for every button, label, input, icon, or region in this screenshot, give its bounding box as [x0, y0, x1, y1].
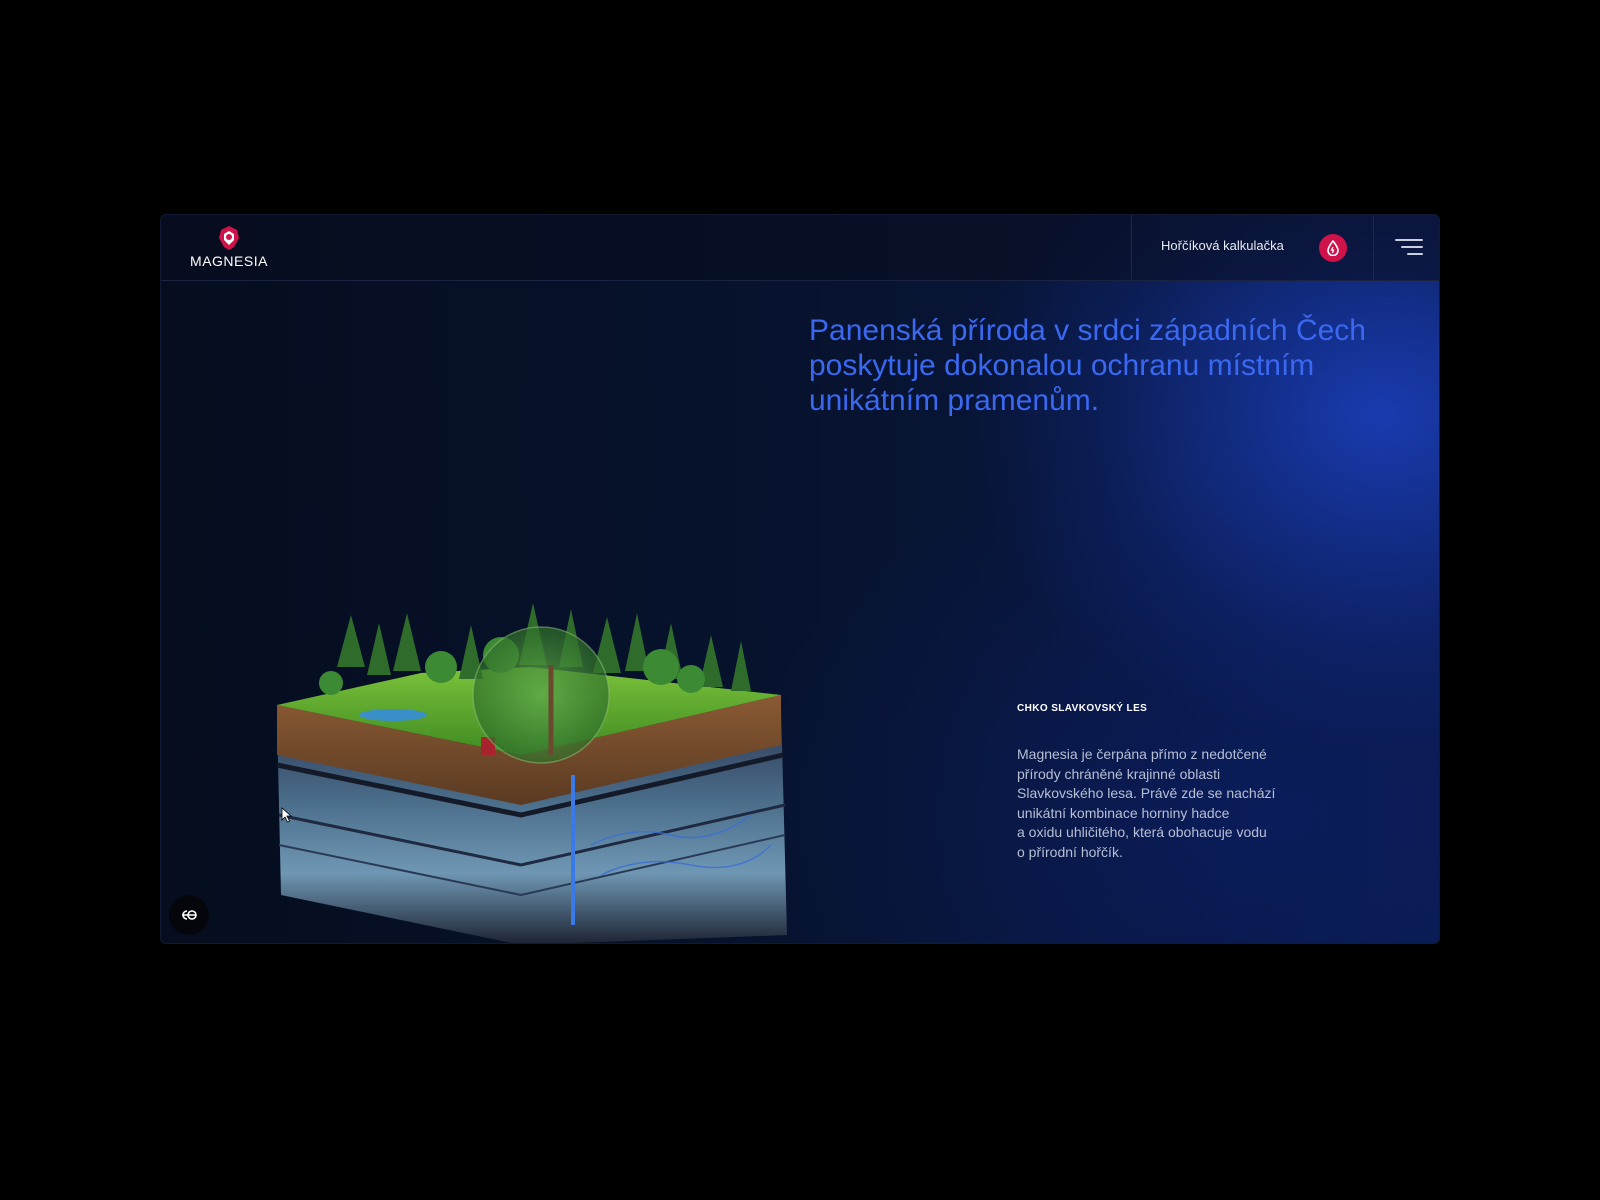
- page-frame: MAGNESIA Hořčíková kalkulačka Panenská p…: [160, 214, 1440, 944]
- magnesium-drop-icon[interactable]: [1319, 234, 1347, 262]
- accessibility-toggle-icon: [182, 910, 197, 920]
- hamburger-menu-icon[interactable]: [1393, 237, 1423, 257]
- section-label: CHKO SLAVKOVSKÝ LES: [1017, 703, 1148, 714]
- lion-logo-icon: [219, 226, 239, 250]
- nav-divider: [1131, 215, 1132, 281]
- logo[interactable]: MAGNESIA: [187, 225, 271, 271]
- nav-divider: [1373, 215, 1374, 281]
- accessibility-toggle-button[interactable]: [169, 895, 209, 935]
- site-header: MAGNESIA Hořčíková kalkulačka: [161, 215, 1439, 281]
- logo-wordmark: MAGNESIA: [190, 253, 268, 269]
- terrain-cross-section-illustration: [276, 603, 787, 943]
- mouse-cursor: [281, 807, 293, 823]
- section-description: Magnesia je čerpána přímo z nedotčené př…: [1017, 746, 1276, 860]
- calculator-link[interactable]: Hořčíková kalkulačka: [1161, 238, 1284, 253]
- hero-headline: Panenská příroda v srdci západních Čech …: [809, 314, 1366, 417]
